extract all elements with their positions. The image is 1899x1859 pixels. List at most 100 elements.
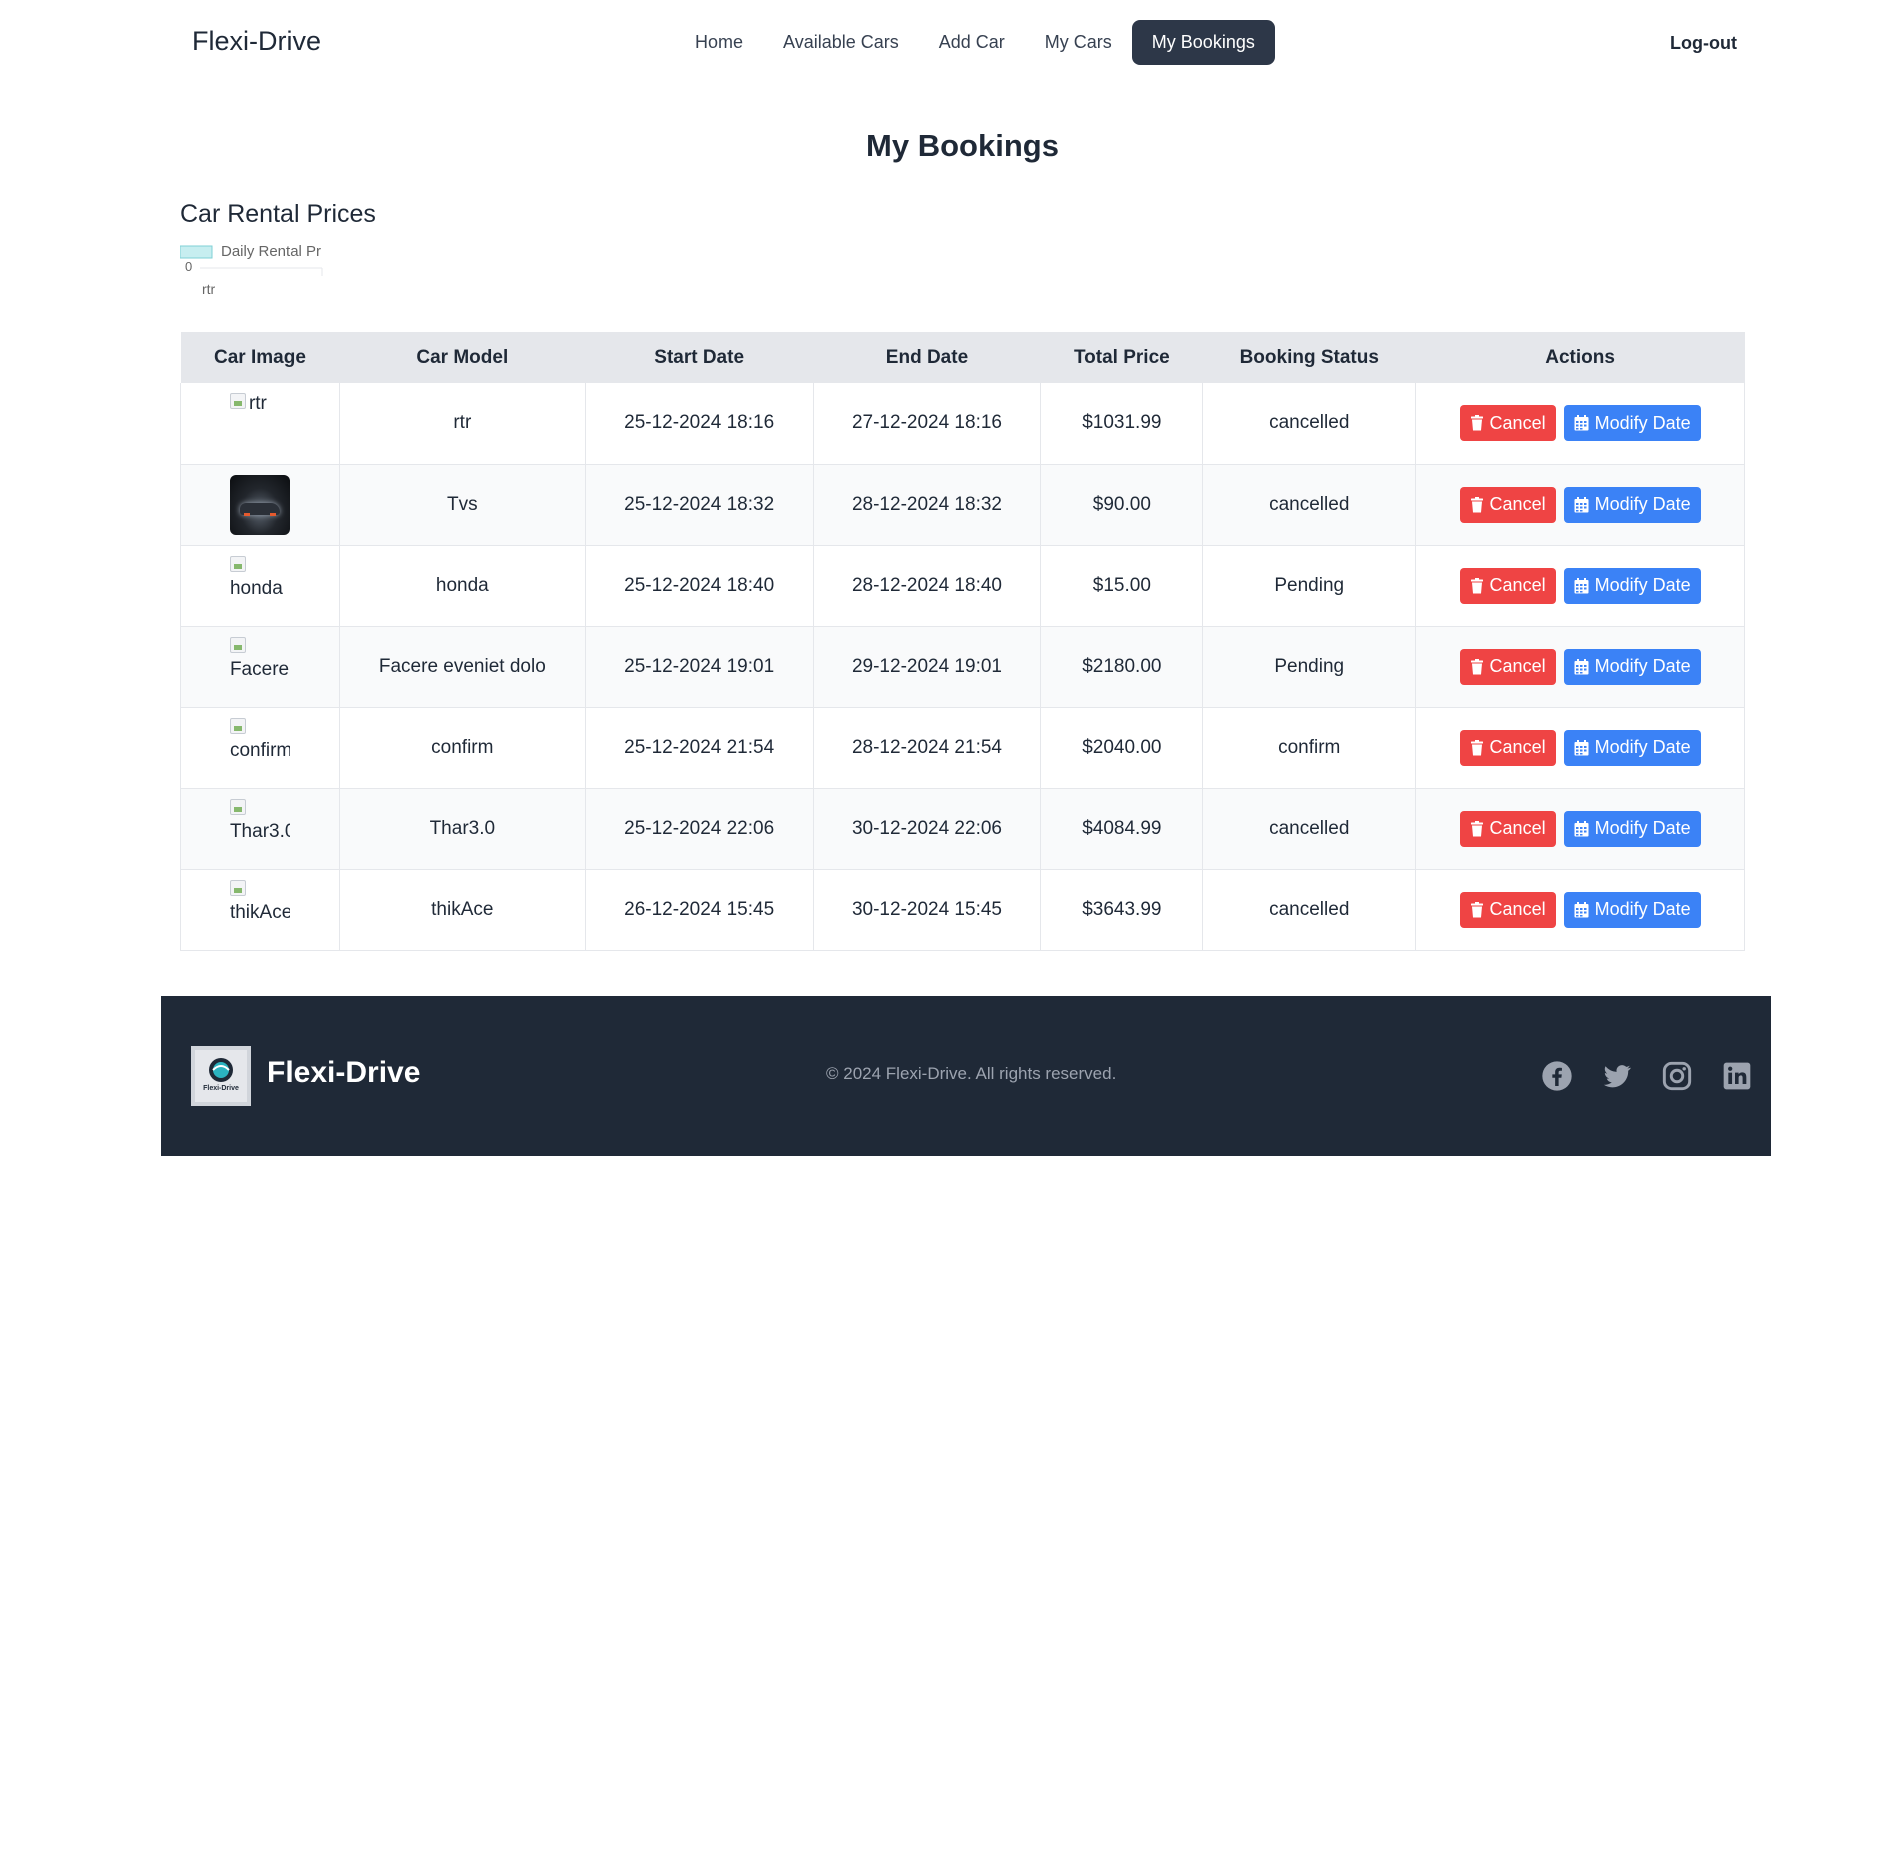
cell-car-model: Facere eveniet dolo — [339, 626, 586, 707]
cell-total-price: $2040.00 — [1040, 707, 1204, 788]
trash-icon — [1470, 577, 1483, 593]
cell-car-image: confirm — [180, 707, 340, 788]
brand-logo[interactable]: Flexi-Drive — [192, 26, 321, 57]
modify-date-button[interactable]: Modify Date — [1563, 486, 1701, 523]
cell-end-date: 28-12-2024 21:54 — [813, 707, 1042, 788]
modify-date-button[interactable]: Modify Date — [1563, 648, 1701, 685]
car-image-alt: confirm — [229, 739, 290, 761]
cell-start-date: 25-12-2024 18:40 — [585, 545, 814, 626]
footer: Flexi-Drive Flexi-Drive © 2024 Flexi-Dri… — [161, 996, 1771, 1156]
cancel-label: Cancel — [1489, 656, 1546, 676]
trash-icon — [1470, 820, 1483, 836]
car-image-alt: Thar3.0 — [229, 820, 290, 842]
table-body: rtr rtr 25-12-2024 18:16 27-12-2024 18:16 $1… — [180, 383, 1745, 950]
trash-icon — [1470, 415, 1483, 431]
cancel-button[interactable]: Cancel — [1459, 648, 1556, 685]
cell-start-date: 26-12-2024 15:45 — [585, 869, 814, 950]
calendar-icon — [1574, 658, 1589, 674]
footer-copyright: © 2024 Flexi-Drive. All rights reserved. — [826, 1064, 1117, 1083]
cell-actions: Cancel Modify Date — [1415, 626, 1745, 707]
trash-icon — [1470, 658, 1483, 674]
cell-booking-status: Pending — [1202, 626, 1417, 707]
nav-add-car[interactable]: Add Car — [919, 20, 1025, 65]
nav-my-bookings[interactable]: My Bookings — [1131, 20, 1275, 65]
modify-date-button[interactable]: Modify Date — [1563, 891, 1701, 928]
cell-actions: Cancel Modify Date — [1415, 383, 1745, 464]
cell-booking-status: cancelled — [1202, 464, 1417, 545]
cell-booking-status: cancelled — [1202, 788, 1417, 869]
modify-label: Modify Date — [1594, 656, 1691, 676]
cell-actions: Cancel Modify Date — [1415, 545, 1745, 626]
table-row: Thar3.0 Thar3.0 25-12-2024 22:06 30-12-2024… — [180, 788, 1745, 869]
bookings-table-wrapper: Car Image Car Model Start Date End Date … — [180, 332, 1745, 951]
modify-label: Modify Date — [1594, 737, 1691, 757]
cell-car-model: honda — [339, 545, 586, 626]
cancel-label: Cancel — [1489, 737, 1546, 757]
calendar-icon — [1574, 820, 1589, 836]
cell-start-date: 25-12-2024 18:16 — [585, 383, 814, 464]
car-image-broken: rtr — [229, 393, 290, 453]
modify-date-button[interactable]: Modify Date — [1563, 729, 1701, 766]
chart-section-title: Car Rental Prices — [180, 200, 376, 228]
cell-actions: Cancel Modify Date — [1415, 869, 1745, 950]
cell-car-image: rtr — [180, 383, 340, 464]
nav-links: Home Available Cars Add Car My Cars My B… — [675, 20, 1275, 65]
cancel-label: Cancel — [1489, 494, 1546, 514]
modify-date-button[interactable]: Modify Date — [1563, 567, 1701, 604]
cancel-button[interactable]: Cancel — [1459, 729, 1556, 766]
cancel-button[interactable]: Cancel — [1459, 405, 1556, 442]
footer-logo-icon: Flexi-Drive — [195, 1050, 247, 1102]
cell-car-model: Thar3.0 — [339, 788, 586, 869]
modify-date-button[interactable]: Modify Date — [1563, 405, 1701, 442]
cell-actions: Cancel Modify Date — [1415, 464, 1745, 545]
header-booking-status: Booking Status — [1239, 346, 1379, 368]
cell-car-model: Tvs — [339, 464, 586, 545]
nav-available-cars[interactable]: Available Cars — [763, 20, 919, 65]
footer-brand: Flexi-Drive — [267, 1056, 421, 1089]
logout-link[interactable]: Log-out — [1670, 33, 1737, 54]
rental-price-chart: Daily Rental Pr 0 rtr — [180, 243, 323, 297]
linkedin-icon[interactable] — [1721, 1060, 1753, 1092]
cancel-button[interactable]: Cancel — [1459, 891, 1556, 928]
trash-icon — [1470, 739, 1483, 755]
table-row: confirm confirm 25-12-2024 21:54 28-12-2024… — [180, 707, 1745, 788]
broken-image-icon — [229, 717, 246, 734]
legend-label: Daily Rental Pr — [221, 243, 321, 260]
calendar-icon — [1574, 496, 1589, 512]
cancel-label: Cancel — [1489, 575, 1546, 595]
footer-logo: Flexi-Drive — [191, 1046, 251, 1106]
twitter-icon[interactable] — [1601, 1060, 1633, 1092]
modify-label: Modify Date — [1594, 494, 1691, 514]
modify-label: Modify Date — [1594, 899, 1691, 919]
cell-car-model: confirm — [339, 707, 586, 788]
car-image-broken: Facere — [229, 636, 290, 697]
cancel-button[interactable]: Cancel — [1459, 567, 1556, 604]
cell-car-image — [180, 464, 340, 545]
car-image-alt: rtr — [248, 393, 267, 415]
nav-home[interactable]: Home — [675, 20, 763, 65]
legend-swatch — [180, 245, 213, 259]
car-image-alt: honda — [229, 577, 283, 599]
cell-actions: Cancel Modify Date — [1415, 788, 1745, 869]
cancel-button[interactable]: Cancel — [1459, 486, 1556, 523]
cell-booking-status: Pending — [1202, 545, 1417, 626]
cancel-label: Cancel — [1489, 818, 1546, 838]
y-tick-label: 0 — [185, 259, 192, 274]
table-row: Tvs 25-12-2024 18:32 28-12-2024 18:32 $90.0… — [180, 464, 1745, 545]
cell-total-price: $15.00 — [1040, 545, 1204, 626]
cancel-label: Cancel — [1489, 899, 1546, 919]
footer-logo-text: Flexi-Drive — [203, 1085, 239, 1092]
cancel-button[interactable]: Cancel — [1459, 810, 1556, 847]
cell-car-image: Thar3.0 — [180, 788, 340, 869]
broken-image-icon — [229, 636, 246, 653]
nav-my-cars[interactable]: My Cars — [1025, 20, 1132, 65]
facebook-icon[interactable] — [1541, 1060, 1573, 1092]
calendar-icon — [1574, 739, 1589, 755]
instagram-icon[interactable] — [1661, 1060, 1693, 1092]
bookings-table: Car Image Car Model Start Date End Date … — [180, 332, 1745, 951]
table-header-row: Car Image Car Model Start Date End Date … — [180, 332, 1745, 383]
car-image-broken: confirm — [229, 717, 290, 778]
car-photo — [229, 474, 290, 535]
modify-date-button[interactable]: Modify Date — [1563, 810, 1701, 847]
header-end-date: End Date — [885, 346, 969, 368]
